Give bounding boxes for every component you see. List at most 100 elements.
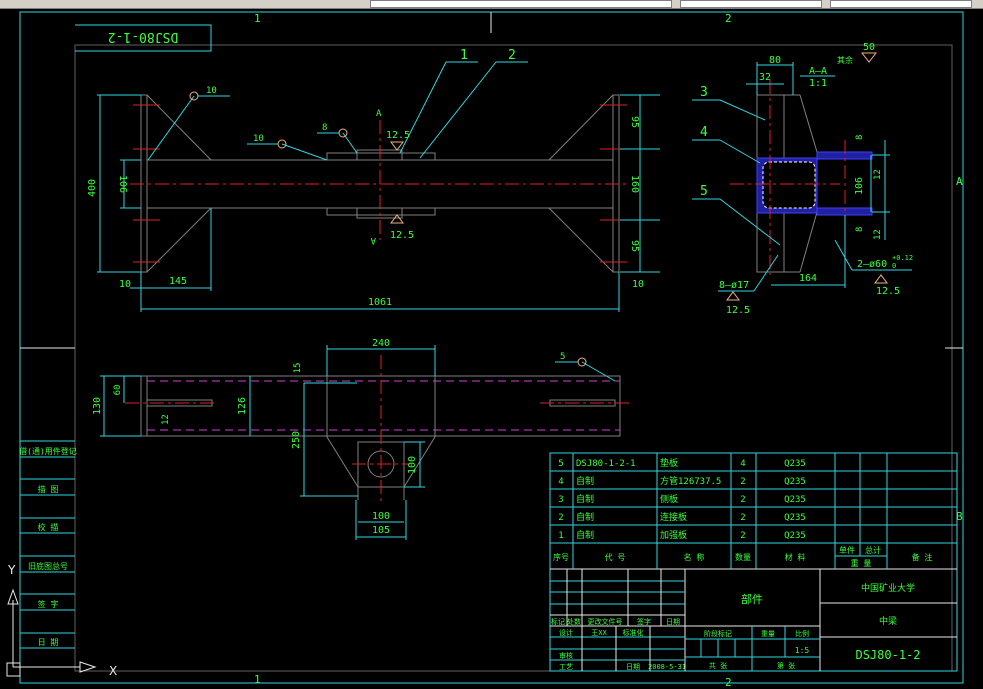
svg-text:1061: 1061 <box>368 297 392 308</box>
svg-text:95: 95 <box>629 240 640 252</box>
cell-name: 侧板 <box>660 493 678 505</box>
svg-text:8—ø17: 8—ø17 <box>719 280 749 291</box>
svg-text:阶段标记: 阶段标记 <box>704 629 732 638</box>
svg-text:3: 3 <box>700 85 708 100</box>
svg-text:王XX: 王XX <box>591 629 607 637</box>
cell-qty: 2 <box>740 495 745 505</box>
svg-text:名 称: 名 称 <box>684 552 705 562</box>
svg-text:备 注: 备 注 <box>912 552 933 562</box>
parts-list <box>549 452 958 672</box>
svg-text:签字: 签字 <box>637 617 651 626</box>
table-row: 2 自制 连接板 2 Q235 <box>558 511 806 523</box>
zone-label: 1 <box>254 12 261 25</box>
svg-text:12.5: 12.5 <box>726 305 750 316</box>
svg-text:95: 95 <box>629 116 640 128</box>
zone-label: A <box>956 175 963 188</box>
svg-text:A: A <box>376 109 382 119</box>
svg-text:1: 1 <box>460 48 468 63</box>
cell-no: 4 <box>558 477 563 487</box>
svg-text:签 字: 签 字 <box>38 599 59 609</box>
cell-material: Q235 <box>784 459 806 469</box>
svg-text:0: 0 <box>892 262 896 270</box>
zone-label: 1 <box>254 673 261 686</box>
cell-qty: 2 <box>740 477 745 487</box>
cell-code: 自制 <box>576 493 594 505</box>
svg-text:164: 164 <box>799 273 817 284</box>
cell-qty: 4 <box>740 459 745 469</box>
svg-text:处数: 处数 <box>567 617 581 626</box>
svg-text:1:1: 1:1 <box>809 78 827 89</box>
cell-no: 5 <box>558 459 563 469</box>
svg-text:160: 160 <box>629 175 640 193</box>
section-a-a: 80 32 A—A 1:1 其余 50 3 4 5 8 106 12 8 12 … <box>692 42 913 316</box>
cell-name: 方管126737.5 <box>660 475 721 487</box>
table-row: 5 DSJ80-1-2-1 垫板 4 Q235 <box>558 457 806 469</box>
svg-text:共 张: 共 张 <box>709 661 727 670</box>
svg-text:Y: Y <box>7 563 16 577</box>
zone-label: 2 <box>725 676 732 689</box>
ucs-icon: Y X <box>6 563 117 678</box>
svg-text:总计: 总计 <box>865 545 881 555</box>
cell-code: DSJ80-1-2-1 <box>576 459 636 469</box>
svg-text:12.5: 12.5 <box>876 286 900 297</box>
svg-text:其余: 其余 <box>837 55 853 65</box>
svg-text:序号: 序号 <box>553 552 569 562</box>
svg-text:250: 250 <box>291 431 302 449</box>
svg-text:50: 50 <box>863 42 875 53</box>
svg-text:105: 105 <box>372 525 390 536</box>
svg-text:130: 130 <box>92 397 103 415</box>
svg-text:日 期: 日 期 <box>38 638 59 647</box>
svg-text:工艺: 工艺 <box>559 663 573 671</box>
svg-text:10: 10 <box>206 86 217 96</box>
zone-label: 2 <box>725 12 732 25</box>
svg-text:DSJ80-1-2: DSJ80-1-2 <box>855 648 920 662</box>
svg-text:旧底图总号: 旧底图总号 <box>28 561 68 571</box>
svg-text:12: 12 <box>873 169 883 180</box>
svg-text:审核: 审核 <box>559 651 573 660</box>
svg-text:15: 15 <box>293 363 303 374</box>
cell-name: 连接板 <box>660 511 687 523</box>
svg-text:标准化: 标准化 <box>623 628 644 637</box>
cell-material: Q235 <box>784 513 806 523</box>
front-view: 400 106 10 145 1061 10 95 160 95 10 10 8… <box>87 48 660 312</box>
table-row: 3 自制 侧板 2 Q235 <box>558 493 806 505</box>
svg-text:8: 8 <box>322 123 327 133</box>
cell-name: 加强板 <box>660 529 687 541</box>
svg-text:更改文件号: 更改文件号 <box>588 617 623 626</box>
svg-text:145: 145 <box>169 276 187 287</box>
svg-text:100: 100 <box>407 456 418 474</box>
svg-text:10: 10 <box>632 279 644 290</box>
svg-text:32: 32 <box>759 72 771 83</box>
cell-material: Q235 <box>784 495 806 505</box>
cell-code: 自制 <box>576 511 594 523</box>
svg-text:重 量: 重 量 <box>851 558 872 568</box>
svg-text:比例: 比例 <box>795 629 809 638</box>
svg-text:校 描: 校 描 <box>38 522 59 532</box>
svg-text:12: 12 <box>873 229 883 240</box>
svg-text:代 号: 代 号 <box>605 552 626 562</box>
svg-text:日期: 日期 <box>626 663 640 671</box>
cell-qty: 2 <box>740 513 745 523</box>
svg-text:1:5: 1:5 <box>795 646 810 655</box>
svg-text:8: 8 <box>855 227 865 232</box>
svg-text:2—ø60: 2—ø60 <box>857 259 887 270</box>
svg-text:重量: 重量 <box>761 630 775 638</box>
cell-name: 垫板 <box>660 457 678 469</box>
cell-material: Q235 <box>784 531 806 541</box>
plaque-text: DSJ80-1-2 <box>108 29 178 44</box>
svg-text:A—A: A—A <box>809 66 827 77</box>
cell-code: 自制 <box>576 475 594 487</box>
svg-text:部件: 部件 <box>741 592 763 606</box>
svg-text:描 图: 描 图 <box>38 484 59 494</box>
drawing-canvas[interactable]: 1 2 1 2 A B DSJ80-1-2 借(通)用件登记 描 图 校 描 旧… <box>0 0 983 689</box>
svg-text:+0.12: +0.12 <box>892 254 913 262</box>
svg-text:60: 60 <box>113 385 123 396</box>
svg-text:2008-5-31: 2008-5-31 <box>648 663 686 671</box>
cell-material: Q235 <box>784 477 806 487</box>
cell-no: 2 <box>558 513 563 523</box>
svg-text:A: A <box>370 235 376 245</box>
svg-text:106: 106 <box>854 177 865 195</box>
svg-text:106: 106 <box>117 175 128 193</box>
svg-text:12.5: 12.5 <box>386 130 410 141</box>
svg-text:400: 400 <box>87 179 98 197</box>
